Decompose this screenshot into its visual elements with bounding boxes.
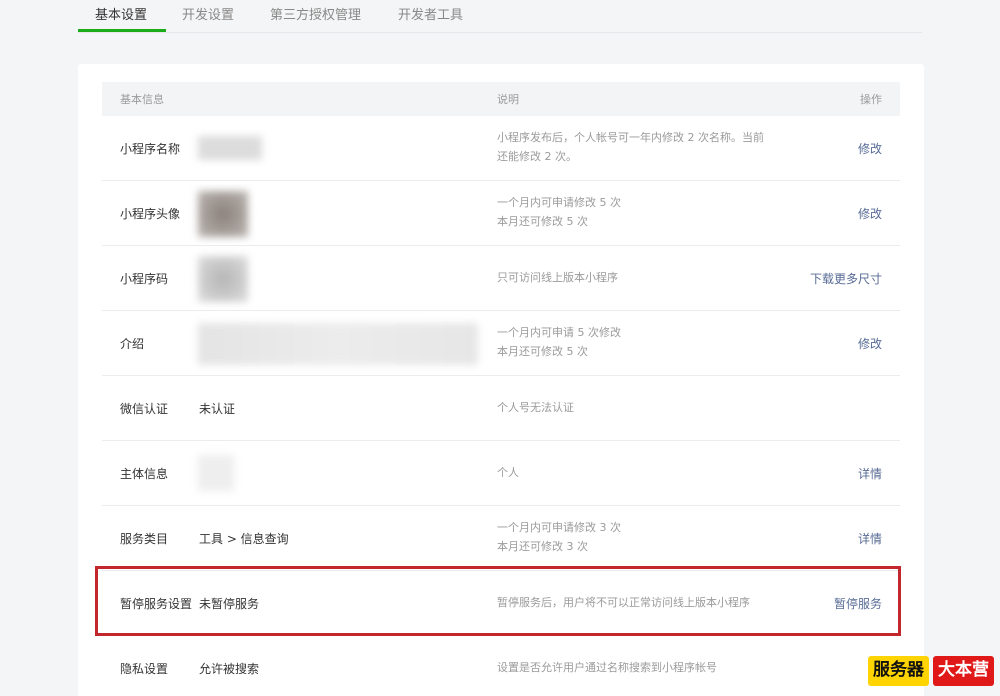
row-description: 个人号无法认证	[497, 401, 574, 414]
row-avatar: 小程序头像 一个月内可申请修改 5 次 本月还可修改 5 次 修改	[102, 181, 900, 246]
row-label: 小程序头像	[120, 207, 181, 221]
active-tab-indicator	[78, 29, 166, 32]
watermark: 服务器 大本营	[868, 656, 994, 686]
download-sizes-link[interactable]: 下载更多尺寸	[810, 270, 882, 287]
avatar-redacted-image	[198, 191, 248, 237]
row-wechat-verification: 微信认证 未认证 个人号无法认证	[102, 376, 900, 441]
row-label: 小程序码	[120, 272, 169, 286]
row-program-code: 小程序码 只可访问线上版本小程序 下载更多尺寸	[102, 246, 900, 311]
tab-dev-settings[interactable]: 开发设置	[182, 4, 234, 23]
program-code-redacted-image	[198, 256, 248, 302]
verification-status: 未认证	[199, 402, 236, 416]
tab-third-party-auth[interactable]: 第三方授权管理	[270, 4, 361, 23]
row-service-category: 服务类目 工具 > 信息查询 一个月内可申请修改 3 次 本月还可修改 3 次 …	[102, 506, 900, 571]
tab-basic-settings[interactable]: 基本设置	[95, 4, 147, 23]
header-description: 说明	[497, 93, 519, 106]
row-description: 设置是否允许用户通过名称搜索到小程序帐号	[497, 661, 717, 674]
row-entity-info: 主体信息 个人 详情	[102, 441, 900, 506]
edit-avatar-link[interactable]: 修改	[858, 205, 882, 222]
row-description: 只可访问线上版本小程序	[497, 271, 618, 284]
category-details-link[interactable]: 详情	[858, 530, 882, 547]
row-intro: 介绍 一个月内可申请 5 次修改 本月还可修改 5 次 修改	[102, 311, 900, 376]
row-pause-service: 暂停服务设置 未暂停服务 暂停服务后，用户将不可以正常访问线上版本小程序 暂停服…	[102, 571, 900, 636]
entity-redacted-text	[198, 455, 234, 491]
row-label: 隐私设置	[120, 662, 169, 676]
privacy-value: 允许被搜索	[199, 662, 260, 676]
row-description: 个人	[497, 466, 519, 479]
header-action: 操作	[860, 93, 882, 106]
row-privacy: 隐私设置 允许被搜索 设置是否允许用户通过名称搜索到小程序帐号 关	[102, 636, 900, 696]
row-description: 暂停服务后，用户将不可以正常访问线上版本小程序	[497, 596, 750, 609]
row-label: 介绍	[120, 337, 145, 351]
row-label: 暂停服务设置	[120, 597, 193, 611]
pause-status: 未暂停服务	[199, 597, 260, 611]
row-description: 一个月内可申请修改 5 次 本月还可修改 5 次	[497, 196, 621, 228]
row-name: 小程序名称 小程序发布后，个人帐号可一年内修改 2 次名称。当前 还能修改 2 …	[102, 116, 900, 181]
row-description: 小程序发布后，个人帐号可一年内修改 2 次名称。当前 还能修改 2 次。	[497, 131, 764, 163]
table-header: 基本信息 说明 操作	[102, 82, 900, 116]
name-redacted-image	[198, 136, 262, 160]
row-label: 小程序名称	[120, 142, 181, 156]
intro-redacted-text	[198, 323, 478, 365]
service-category-value: 工具 > 信息查询	[199, 532, 289, 546]
row-description: 一个月内可申请修改 3 次 本月还可修改 3 次	[497, 521, 621, 553]
row-label: 服务类目	[120, 532, 169, 546]
row-description: 一个月内可申请 5 次修改 本月还可修改 5 次	[497, 326, 621, 358]
page: 基本设置 开发设置 第三方授权管理 开发者工具 基本信息 说明 操作 小程序名称…	[0, 0, 1000, 696]
watermark-part1: 服务器	[868, 656, 929, 686]
edit-intro-link[interactable]: 修改	[858, 335, 882, 352]
pause-service-link[interactable]: 暂停服务	[834, 595, 882, 612]
entity-details-link[interactable]: 详情	[858, 465, 882, 482]
row-label: 主体信息	[120, 467, 169, 481]
settings-card: 基本信息 说明 操作 小程序名称 小程序发布后，个人帐号可一年内修改 2 次名称…	[78, 64, 924, 696]
row-label: 微信认证	[120, 402, 169, 416]
watermark-part2: 大本营	[933, 656, 994, 686]
edit-name-link[interactable]: 修改	[858, 140, 882, 157]
header-basic-info: 基本信息	[120, 93, 164, 106]
tab-bar: 基本设置 开发设置 第三方授权管理 开发者工具	[78, 0, 922, 33]
tab-dev-tools[interactable]: 开发者工具	[398, 4, 463, 23]
